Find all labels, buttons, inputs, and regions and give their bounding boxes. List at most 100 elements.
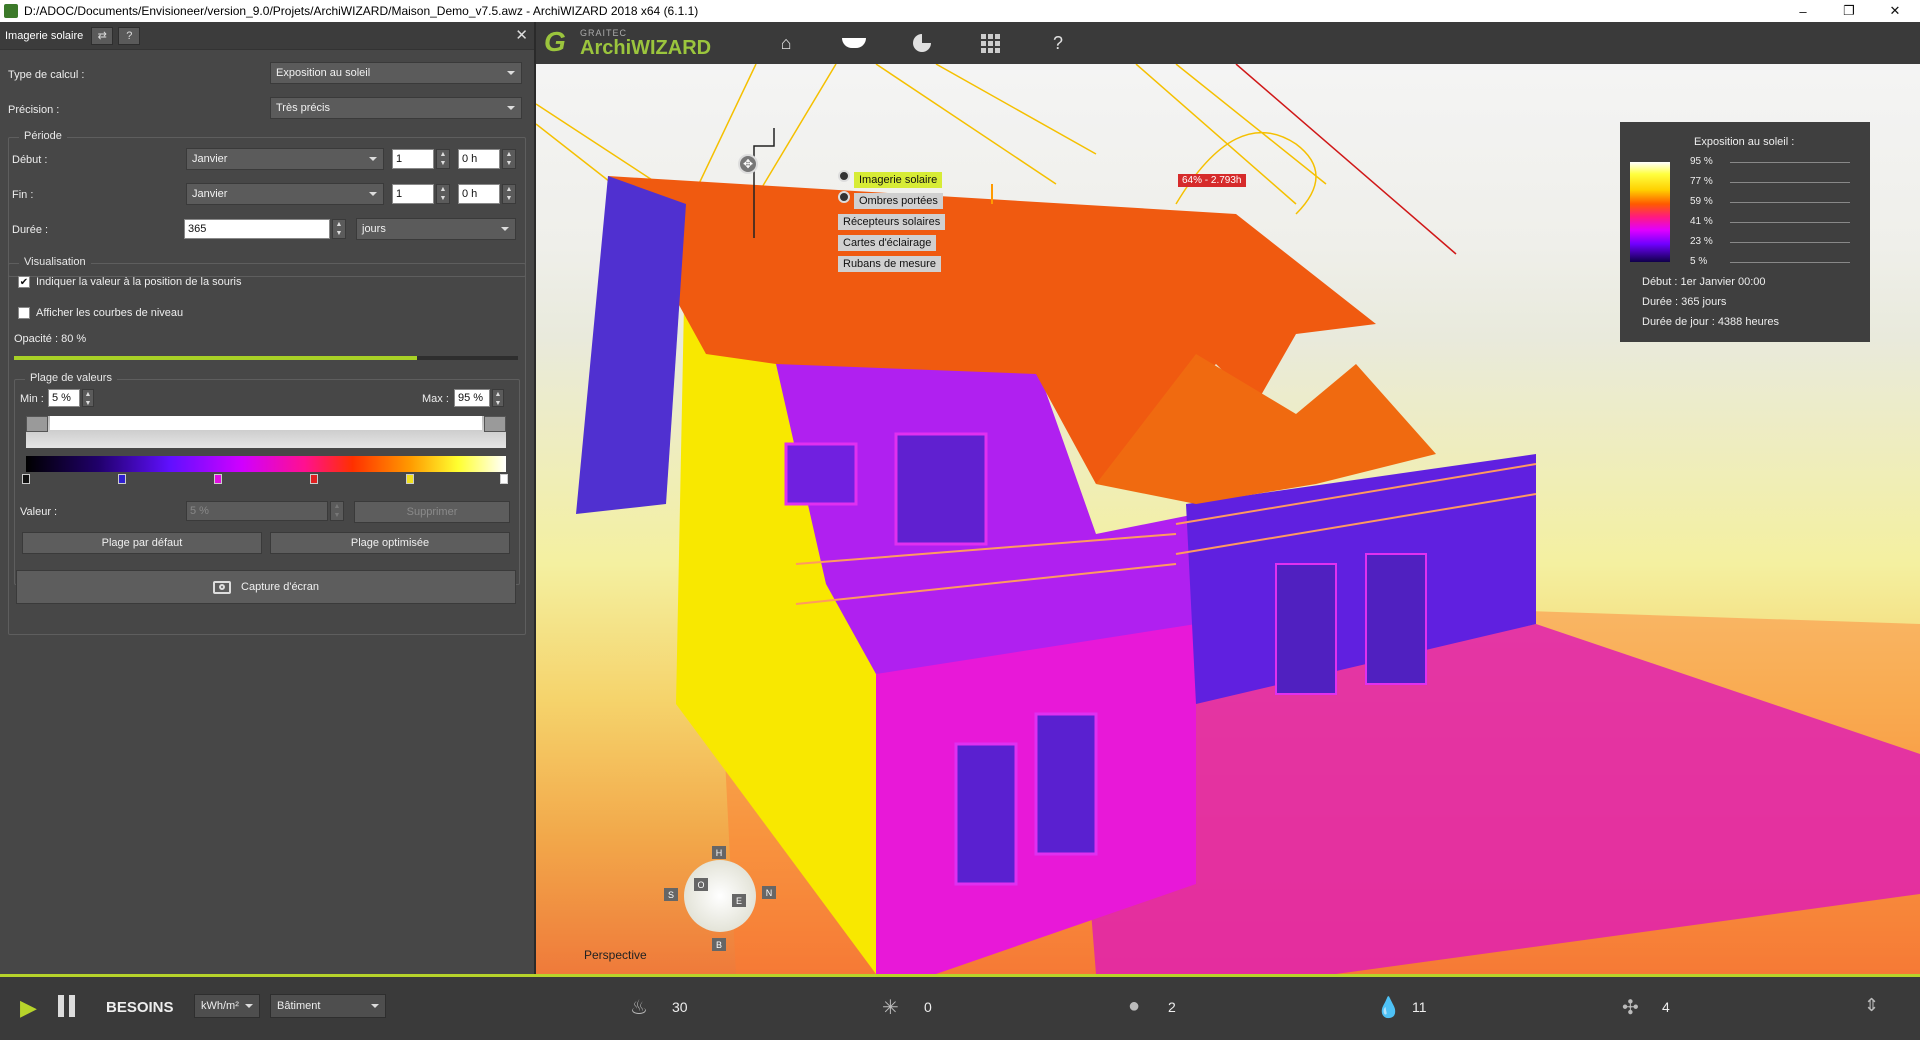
opacity-slider-fill bbox=[14, 356, 418, 360]
contour-checkbox[interactable] bbox=[18, 307, 30, 319]
menu-item-imagerie[interactable]: Imagerie solaire bbox=[854, 172, 943, 188]
color-stop[interactable] bbox=[500, 474, 508, 484]
precision-value: Très précis bbox=[276, 102, 330, 114]
chevron-down-icon bbox=[369, 192, 377, 196]
close-window-button[interactable]: ✕ bbox=[1872, 0, 1918, 22]
pin-icon: ⇄ bbox=[97, 30, 107, 42]
range-selector[interactable] bbox=[26, 416, 506, 448]
chevron-down-icon bbox=[369, 157, 377, 161]
flame-icon: ♨ bbox=[630, 997, 648, 1019]
color-stop[interactable] bbox=[118, 474, 126, 484]
default-range-button[interactable]: Plage par défaut bbox=[22, 532, 262, 554]
help-button[interactable]: ? bbox=[118, 26, 141, 45]
heating-value: 30 bbox=[672, 999, 688, 1015]
compass-h[interactable]: H bbox=[712, 846, 726, 859]
panel-close-button[interactable]: ✕ bbox=[515, 26, 528, 44]
menu-item-ombres[interactable]: Ombres portées bbox=[854, 193, 943, 209]
bottom-bar: ▶ BESOINS kWh/m² Bâtiment ♨ 30 ✳ 0 ● 2 💧… bbox=[0, 974, 1920, 1040]
debut-hour-input[interactable]: 0 h bbox=[458, 149, 500, 169]
unit-value: kWh/m² bbox=[201, 1000, 239, 1012]
unit-select[interactable]: kWh/m² bbox=[194, 994, 260, 1018]
visualisation-title: Visualisation bbox=[19, 256, 91, 268]
move-icon[interactable]: ✥ bbox=[738, 154, 758, 174]
max-input[interactable]: 95 % bbox=[454, 389, 490, 407]
restore-button[interactable]: ❐ bbox=[1826, 0, 1872, 22]
range-max-handle[interactable] bbox=[484, 416, 506, 432]
optimized-range-button[interactable]: Plage optimisée bbox=[270, 532, 510, 554]
debut-month-value: Janvier bbox=[192, 153, 228, 165]
pie-chart-icon[interactable] bbox=[910, 32, 934, 54]
screenshot-button[interactable]: Capture d'écran bbox=[16, 570, 516, 604]
chevron-down-icon bbox=[507, 71, 515, 75]
calc-type-value: Exposition au soleil bbox=[276, 67, 371, 79]
calc-type-select[interactable]: Exposition au soleil bbox=[270, 62, 522, 84]
precision-select[interactable]: Très précis bbox=[270, 97, 522, 119]
min-label: Min : bbox=[20, 393, 44, 405]
debut-hour-stepper[interactable]: ▲ ▼ bbox=[502, 149, 516, 169]
scope-select[interactable]: Bâtiment bbox=[270, 994, 386, 1018]
compass-o[interactable]: O bbox=[694, 878, 708, 891]
fin-day-stepper[interactable]: ▲ ▼ bbox=[436, 184, 450, 204]
debut-day-stepper[interactable]: ▲ ▼ bbox=[436, 149, 450, 169]
delete-stop-button[interactable]: Supprimer bbox=[354, 501, 510, 523]
radio-ombres[interactable] bbox=[838, 191, 850, 203]
compass-n[interactable]: N bbox=[762, 886, 776, 899]
compass-b[interactable]: B bbox=[712, 938, 726, 951]
radio-imagerie[interactable] bbox=[838, 170, 850, 182]
besoins-label: BESOINS bbox=[106, 999, 174, 1016]
color-stop[interactable] bbox=[214, 474, 222, 484]
fin-month-select[interactable]: Janvier bbox=[186, 183, 384, 205]
expand-icon[interactable]: ⇕ bbox=[1864, 995, 1879, 1016]
home-icon[interactable]: ⌂ bbox=[774, 32, 798, 54]
compass-s[interactable]: S bbox=[664, 888, 678, 901]
contour-checkbox-row[interactable]: Afficher les courbes de niveau bbox=[18, 307, 183, 319]
color-stop[interactable] bbox=[22, 474, 30, 484]
window bbox=[784, 442, 858, 506]
max-stepper[interactable]: ▲ ▼ bbox=[492, 389, 504, 407]
debut-day-input[interactable]: 1 bbox=[392, 149, 434, 169]
compass-e[interactable]: E bbox=[732, 894, 746, 907]
legend-tick: 77 % bbox=[1690, 176, 1850, 187]
pin-button[interactable]: ⇄ bbox=[91, 26, 114, 45]
grid-icon[interactable] bbox=[978, 32, 1002, 54]
max-label: Max : bbox=[422, 393, 449, 405]
door bbox=[1034, 712, 1098, 856]
main-toolbar: G GRAITEC ArchiWIZARD ⌂ ? bbox=[536, 22, 1920, 64]
duree-label: Durée : bbox=[12, 224, 49, 236]
legend-debut: Début : 1er Janvier 00:00 bbox=[1642, 276, 1766, 288]
pause-icon[interactable] bbox=[58, 995, 75, 1017]
sun-lamp-icon[interactable] bbox=[842, 32, 866, 54]
logo-g-icon: G bbox=[544, 26, 566, 57]
show-value-checkbox[interactable]: ✔ bbox=[18, 276, 30, 288]
min-input[interactable]: 5 % bbox=[48, 389, 80, 407]
value-stepper[interactable]: ▲ ▼ bbox=[330, 501, 344, 521]
debut-month-select[interactable]: Janvier bbox=[186, 148, 384, 170]
min-stepper[interactable]: ▲ ▼ bbox=[82, 389, 94, 407]
duree-stepper[interactable]: ▲ ▼ bbox=[332, 219, 346, 239]
cooling-value: 0 bbox=[924, 999, 932, 1015]
help-icon[interactable]: ? bbox=[1046, 32, 1070, 54]
navigation-compass[interactable]: H S O E N B bbox=[642, 834, 792, 954]
camera-mode-label[interactable]: Perspective bbox=[584, 948, 647, 962]
menu-item-recepteurs[interactable]: Récepteurs solaires bbox=[838, 214, 946, 230]
play-icon[interactable]: ▶ bbox=[20, 995, 37, 1021]
color-stop[interactable] bbox=[406, 474, 414, 484]
fin-hour-input[interactable]: 0 h bbox=[458, 184, 500, 204]
3d-viewport[interactable]: ✥ Imagerie solaire Ombres portées Récept… bbox=[536, 64, 1920, 974]
menu-item-cartes[interactable]: Cartes d'éclairage bbox=[838, 235, 937, 251]
minimize-button[interactable]: – bbox=[1780, 0, 1826, 22]
fin-hour-stepper[interactable]: ▲ ▼ bbox=[502, 184, 516, 204]
color-stop[interactable] bbox=[310, 474, 318, 484]
show-value-checkbox-row[interactable]: ✔ Indiquer la valeur à la position de la… bbox=[18, 276, 241, 288]
fin-day-input[interactable]: 1 bbox=[392, 184, 434, 204]
value-input[interactable]: 5 % bbox=[186, 501, 328, 521]
legend-duree: Durée : 365 jours bbox=[1642, 296, 1727, 308]
menu-item-rubans[interactable]: Rubans de mesure bbox=[838, 256, 941, 272]
snowflake-icon: ✳ bbox=[882, 997, 899, 1019]
water-drop-icon: 💧 bbox=[1376, 997, 1401, 1019]
duree-unit-select[interactable]: jours bbox=[356, 218, 516, 240]
duree-input[interactable]: 365 bbox=[184, 219, 330, 239]
window-titlebar: D:/ADOC/Documents/Envisioneer/version_9.… bbox=[0, 0, 1920, 22]
opacity-slider[interactable] bbox=[14, 356, 518, 360]
range-min-handle[interactable] bbox=[26, 416, 48, 432]
